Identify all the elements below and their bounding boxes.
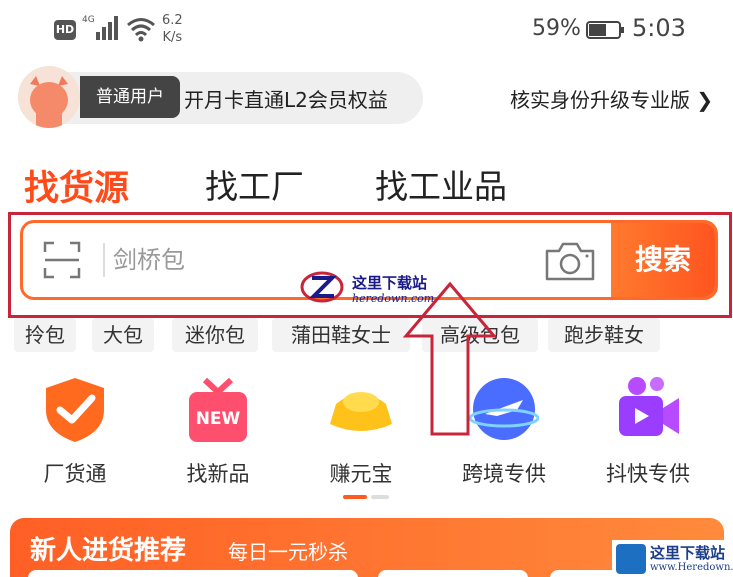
clock-time: 5:03 bbox=[632, 14, 686, 42]
promo-card[interactable] bbox=[378, 570, 528, 577]
category-new-products[interactable]: NEW 找新品 bbox=[163, 374, 273, 486]
category-label: 找新品 bbox=[186, 462, 250, 486]
tab-find-industrial[interactable]: 找工业品 bbox=[375, 160, 507, 208]
category-label: 赚元宝 bbox=[329, 462, 393, 486]
network-speed: 6.2 K/s bbox=[162, 12, 183, 46]
hd-icon: HD bbox=[54, 20, 76, 40]
shield-check-icon bbox=[46, 378, 104, 442]
category-label: 跨境专供 bbox=[462, 462, 546, 486]
tab-find-goods[interactable]: 找货源 bbox=[24, 160, 129, 211]
battery-percentage: 59% bbox=[532, 16, 581, 41]
avatar[interactable] bbox=[18, 66, 80, 128]
promo-card[interactable] bbox=[28, 570, 358, 577]
tag-item[interactable]: 跑步鞋女 bbox=[548, 318, 660, 352]
member-promo-text[interactable]: 开月卡直通L2会员权益 bbox=[184, 84, 388, 113]
wifi-icon bbox=[127, 18, 155, 42]
search-button[interactable]: 搜索 bbox=[611, 223, 715, 297]
battery-icon bbox=[586, 21, 624, 39]
new-gift-icon: NEW bbox=[189, 377, 247, 442]
watermark-site-name: 这里下载站 bbox=[352, 274, 428, 292]
upgrade-pro-link[interactable]: 核实身份升级专业版 ❯ bbox=[510, 84, 713, 113]
tab-find-factory[interactable]: 找工厂 bbox=[205, 160, 304, 208]
network-speed-value: 6.2 bbox=[162, 13, 183, 28]
category-douyin-kuaishou[interactable]: 抖快专供 bbox=[593, 374, 703, 486]
tag-item[interactable]: 大包 bbox=[92, 318, 154, 352]
watermark-corner-site-url: www.Heredown.com bbox=[650, 562, 733, 573]
page-indicator-active bbox=[343, 495, 367, 499]
search-divider bbox=[103, 243, 105, 277]
watermark-corner-site-name: 这里下载站 bbox=[650, 544, 726, 562]
watermark-center: 这里下载站 heredown.com bbox=[300, 268, 460, 308]
status-bar: HD 4G 6.2 K/s 59% 5:03 bbox=[0, 0, 733, 58]
cow-avatar-icon bbox=[18, 66, 80, 128]
user-level-badge: 普通用户 bbox=[80, 76, 180, 118]
cellular-signal-icon: 4G bbox=[82, 15, 118, 40]
watermark-corner: 这里下载站 www.Heredown.com bbox=[612, 540, 733, 577]
watermark-z-logo-icon bbox=[300, 271, 344, 303]
promo-title: 新人进货推荐 bbox=[30, 536, 187, 566]
tag-item[interactable]: 蒲田鞋女士 bbox=[272, 318, 410, 352]
network-type-label: 4G bbox=[82, 15, 95, 25]
new-badge-label: NEW bbox=[196, 409, 241, 429]
promo-subtitle: 每日一元秒杀 bbox=[228, 540, 348, 564]
camera-icon[interactable] bbox=[543, 239, 597, 283]
video-camera-icon bbox=[619, 377, 679, 436]
network-speed-unit: K/s bbox=[162, 30, 183, 45]
gold-ingot-icon bbox=[330, 392, 392, 431]
tag-item[interactable]: 迷你包 bbox=[172, 318, 258, 352]
category-factory-goods[interactable]: 厂货通 bbox=[20, 374, 130, 486]
watermark-corner-logo-icon bbox=[616, 544, 646, 574]
scan-icon[interactable] bbox=[43, 241, 81, 279]
watermark-site-url: heredown.com bbox=[352, 292, 435, 305]
page-indicator-inactive bbox=[371, 495, 389, 499]
page-indicator bbox=[343, 495, 389, 499]
category-label: 厂货通 bbox=[43, 462, 107, 486]
category-label: 抖快专供 bbox=[606, 462, 690, 486]
tag-item[interactable]: 拎包 bbox=[14, 318, 76, 352]
hot-tags: 拎包 大包 迷你包 蒲田鞋女士 高级包包 跑步鞋女 bbox=[14, 318, 733, 354]
